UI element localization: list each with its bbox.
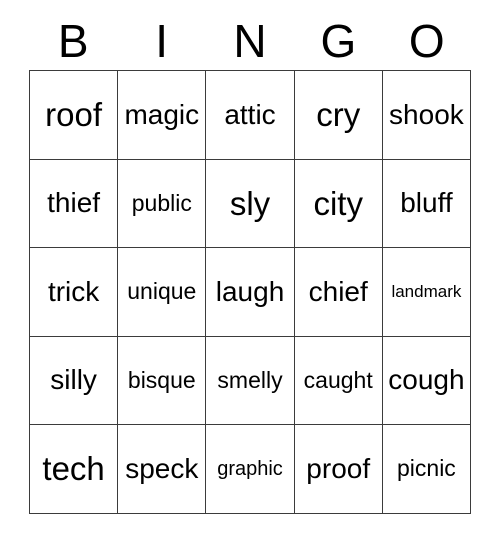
bingo-header-letter-o: O [408, 15, 445, 67]
bingo-cell[interactable]: magic [118, 71, 207, 160]
bingo-cell-word: bluff [400, 187, 453, 219]
bingo-cell[interactable]: shook [382, 71, 472, 160]
bingo-cell-word: silly [50, 364, 97, 396]
bingo-cell[interactable]: speck [118, 425, 207, 514]
bingo-row: trick unique laugh chief landmark [30, 248, 472, 337]
bingo-cell[interactable]: tech [30, 425, 119, 514]
bingo-cell-word: proof [306, 452, 371, 484]
bingo-cell[interactable]: thief [30, 159, 119, 248]
bingo-cell-word: attic [224, 98, 276, 130]
bingo-header-row: B I N G O [29, 12, 471, 70]
bingo-header-letter-n: N [233, 15, 267, 67]
bingo-header-letter-b: B [57, 15, 89, 67]
bingo-cell[interactable]: city [294, 159, 383, 248]
bingo-cell-word: smelly [217, 366, 283, 393]
bingo-cell-word: caught [303, 366, 373, 393]
bingo-cell[interactable]: cry [294, 71, 383, 160]
bingo-cell[interactable]: chief [294, 248, 383, 337]
bingo-row: silly bisque smelly caught cough [30, 336, 472, 425]
bingo-cell-word: trick [47, 275, 100, 307]
bingo-cell[interactable]: trick [30, 248, 119, 337]
bingo-header-letter-g: G [320, 15, 357, 67]
bingo-cell[interactable]: roof [30, 71, 119, 160]
bingo-grid: roof magic attic cry shook thief public … [29, 70, 472, 514]
bingo-header-letter-i: I [155, 15, 168, 67]
bingo-cell[interactable]: attic [206, 71, 295, 160]
bingo-cell-word: thief [47, 187, 101, 219]
bingo-cell[interactable]: caught [294, 336, 383, 425]
bingo-cell-word: cry [316, 96, 361, 134]
bingo-cell-word: shook [389, 98, 464, 130]
bingo-cell-word: cough [388, 364, 465, 396]
bingo-cell-word: bisque [127, 366, 196, 393]
bingo-row: tech speck graphic proof picnic [30, 425, 472, 514]
bingo-cell-word: city [313, 184, 363, 222]
bingo-cell-word: landmark [391, 282, 462, 302]
bingo-cell[interactable]: sly [206, 159, 295, 248]
bingo-cell-word: chief [308, 275, 368, 307]
bingo-cell-word: graphic [217, 457, 283, 480]
bingo-cell-word: tech [42, 450, 105, 488]
bingo-cell-word: speck [125, 452, 199, 484]
bingo-cell-word: sly [229, 184, 271, 222]
bingo-cell[interactable]: smelly [206, 336, 295, 425]
bingo-cell[interactable]: proof [294, 425, 383, 514]
bingo-card: B I N G O roof magic attic cry shook thi… [29, 12, 472, 514]
bingo-cell[interactable]: graphic [206, 425, 295, 514]
bingo-cell[interactable]: laugh [206, 248, 295, 337]
bingo-cell[interactable]: bluff [382, 159, 472, 248]
bingo-cell[interactable]: public [118, 159, 207, 248]
bingo-cell-word: unique [127, 278, 197, 305]
bingo-cell-word: public [131, 189, 192, 216]
bingo-cell-word: laugh [215, 275, 285, 307]
bingo-cell[interactable]: unique [118, 248, 207, 337]
bingo-cell[interactable]: bisque [118, 336, 207, 425]
bingo-cell[interactable]: landmark [382, 248, 472, 337]
bingo-cell-word: magic [124, 98, 200, 130]
bingo-cell[interactable]: cough [382, 336, 472, 425]
bingo-cell-word: roof [45, 96, 103, 134]
bingo-row: roof magic attic cry shook [30, 71, 472, 160]
bingo-cell[interactable]: silly [30, 336, 119, 425]
bingo-row: thief public sly city bluff [30, 159, 472, 248]
bingo-cell-word: picnic [397, 455, 456, 482]
bingo-cell[interactable]: picnic [382, 425, 472, 514]
